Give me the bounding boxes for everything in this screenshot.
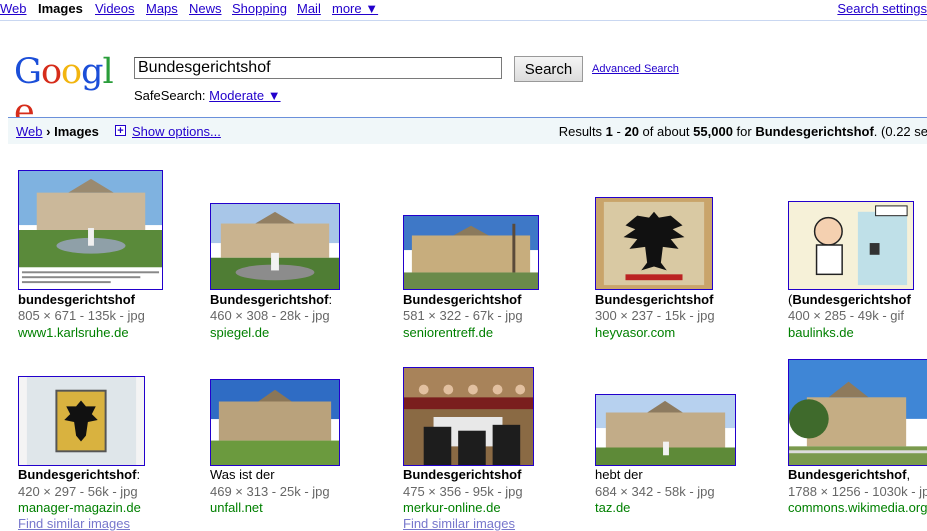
show-options-plus-icon[interactable]: + (115, 125, 126, 137)
nav-images: Images (38, 1, 83, 16)
top-nav: Web Images Videos Maps News Shopping Mai… (0, 0, 927, 20)
result-meta: 1788 × 1256 - 1030k - jpg (788, 484, 927, 499)
nav-mail[interactable]: Mail (297, 1, 321, 16)
result-site: www1.karlsruhe.de (18, 325, 129, 340)
result-title[interactable]: bundesgerichtshof (18, 292, 135, 307)
result-thumbnail[interactable] (18, 376, 145, 466)
breadcrumb-sep: › (46, 124, 51, 139)
result-site: commons.wikimedia.org (788, 500, 927, 515)
result-thumbnail[interactable] (18, 170, 163, 290)
safesearch-dropdown[interactable]: Moderate ▼ (209, 88, 280, 103)
advanced-search-link[interactable]: Advanced Search (592, 63, 679, 75)
find-similar-link[interactable]: Find similar images (18, 516, 130, 531)
nav-shopping[interactable]: Shopping (232, 1, 287, 16)
breadcrumb-images: Images (54, 124, 99, 139)
result-meta: 460 × 308 - 28k - jpg (210, 308, 330, 323)
result-meta: 420 × 297 - 56k - jpg (18, 484, 138, 499)
result-site: baulinks.de (788, 325, 854, 340)
search-button[interactable]: Search (514, 56, 583, 82)
result-meta: 581 × 322 - 67k - jpg (403, 308, 523, 323)
court-building-image (404, 216, 538, 289)
result-site: manager-magazin.de (18, 500, 141, 515)
result-meta: 300 × 237 - 15k - jpg (595, 308, 715, 323)
result-title[interactable]: Bundesgerichtshof (403, 467, 521, 482)
search-settings-link[interactable]: Search settings (837, 1, 927, 16)
result-thumbnail[interactable] (210, 379, 340, 466)
court-building-image (789, 360, 927, 465)
breadcrumb-web[interactable]: Web (16, 124, 43, 139)
result-title[interactable]: Bundesgerichtshof: (18, 467, 140, 482)
court-building-image (211, 380, 339, 465)
result-thumbnail[interactable] (403, 367, 534, 466)
cartoon-image (789, 202, 913, 289)
search-input[interactable] (134, 57, 502, 79)
result-meta: 469 × 313 - 25k - jpg (210, 484, 330, 499)
result-site: seniorentreff.de (403, 325, 494, 340)
safesearch-label: SafeSearch: (134, 88, 206, 103)
nav-maps[interactable]: Maps (146, 1, 178, 16)
result-meta: 684 × 342 - 58k - jpg (595, 484, 715, 499)
nav-news[interactable]: News (189, 1, 222, 16)
court-building-image (596, 395, 735, 465)
result-meta: 400 × 285 - 49k - gif (788, 308, 904, 323)
result-meta: 805 × 671 - 135k - jpg (18, 308, 145, 323)
safesearch: SafeSearch: Moderate ▼ (134, 88, 281, 103)
result-title[interactable]: hebt der (595, 467, 643, 482)
result-site: taz.de (595, 500, 631, 515)
nav-web[interactable]: Web (0, 1, 27, 16)
result-thumbnail[interactable] (788, 201, 914, 290)
court-building-image (19, 171, 162, 289)
result-thumbnail[interactable] (403, 215, 539, 290)
nav-more[interactable]: more ▼ (332, 1, 378, 16)
courtroom-judges-image (404, 368, 533, 465)
result-thumbnail[interactable] (210, 203, 340, 290)
results-stats: Results 1 - 20 of about 55,000 for Bunde… (558, 124, 927, 139)
result-thumbnail[interactable] (788, 359, 927, 466)
eagle-sign-image (19, 377, 144, 465)
result-site: unfall.net (210, 500, 263, 515)
result-title[interactable]: (Bundesgerichtshof (788, 292, 911, 307)
breadcrumb: Web › Images (16, 124, 99, 139)
nav-videos[interactable]: Videos (95, 1, 135, 16)
nav-divider (0, 20, 927, 21)
results-bar: Web › Images + Show options... Results 1… (8, 117, 927, 144)
court-building-image (211, 204, 339, 289)
result-title[interactable]: Bundesgerichtshof (403, 292, 521, 307)
result-title[interactable]: Bundesgerichtshof: (210, 292, 332, 307)
result-meta: 475 × 356 - 95k - jpg (403, 484, 523, 499)
result-thumbnail[interactable] (595, 394, 736, 466)
result-site: merkur-online.de (403, 500, 501, 515)
find-similar-link[interactable]: Find similar images (403, 516, 515, 531)
eagle-emblem-image (596, 198, 712, 289)
result-title[interactable]: Bundesgerichtshof (595, 292, 713, 307)
result-site: heyvasor.com (595, 325, 676, 340)
result-site: spiegel.de (210, 325, 270, 340)
show-options-link[interactable]: Show options... (132, 124, 221, 139)
result-thumbnail[interactable] (595, 197, 713, 290)
google-logo[interactable]: Google (14, 52, 120, 132)
result-title[interactable]: Was ist der (210, 467, 275, 482)
result-title[interactable]: Bundesgerichtshof, (788, 467, 910, 482)
